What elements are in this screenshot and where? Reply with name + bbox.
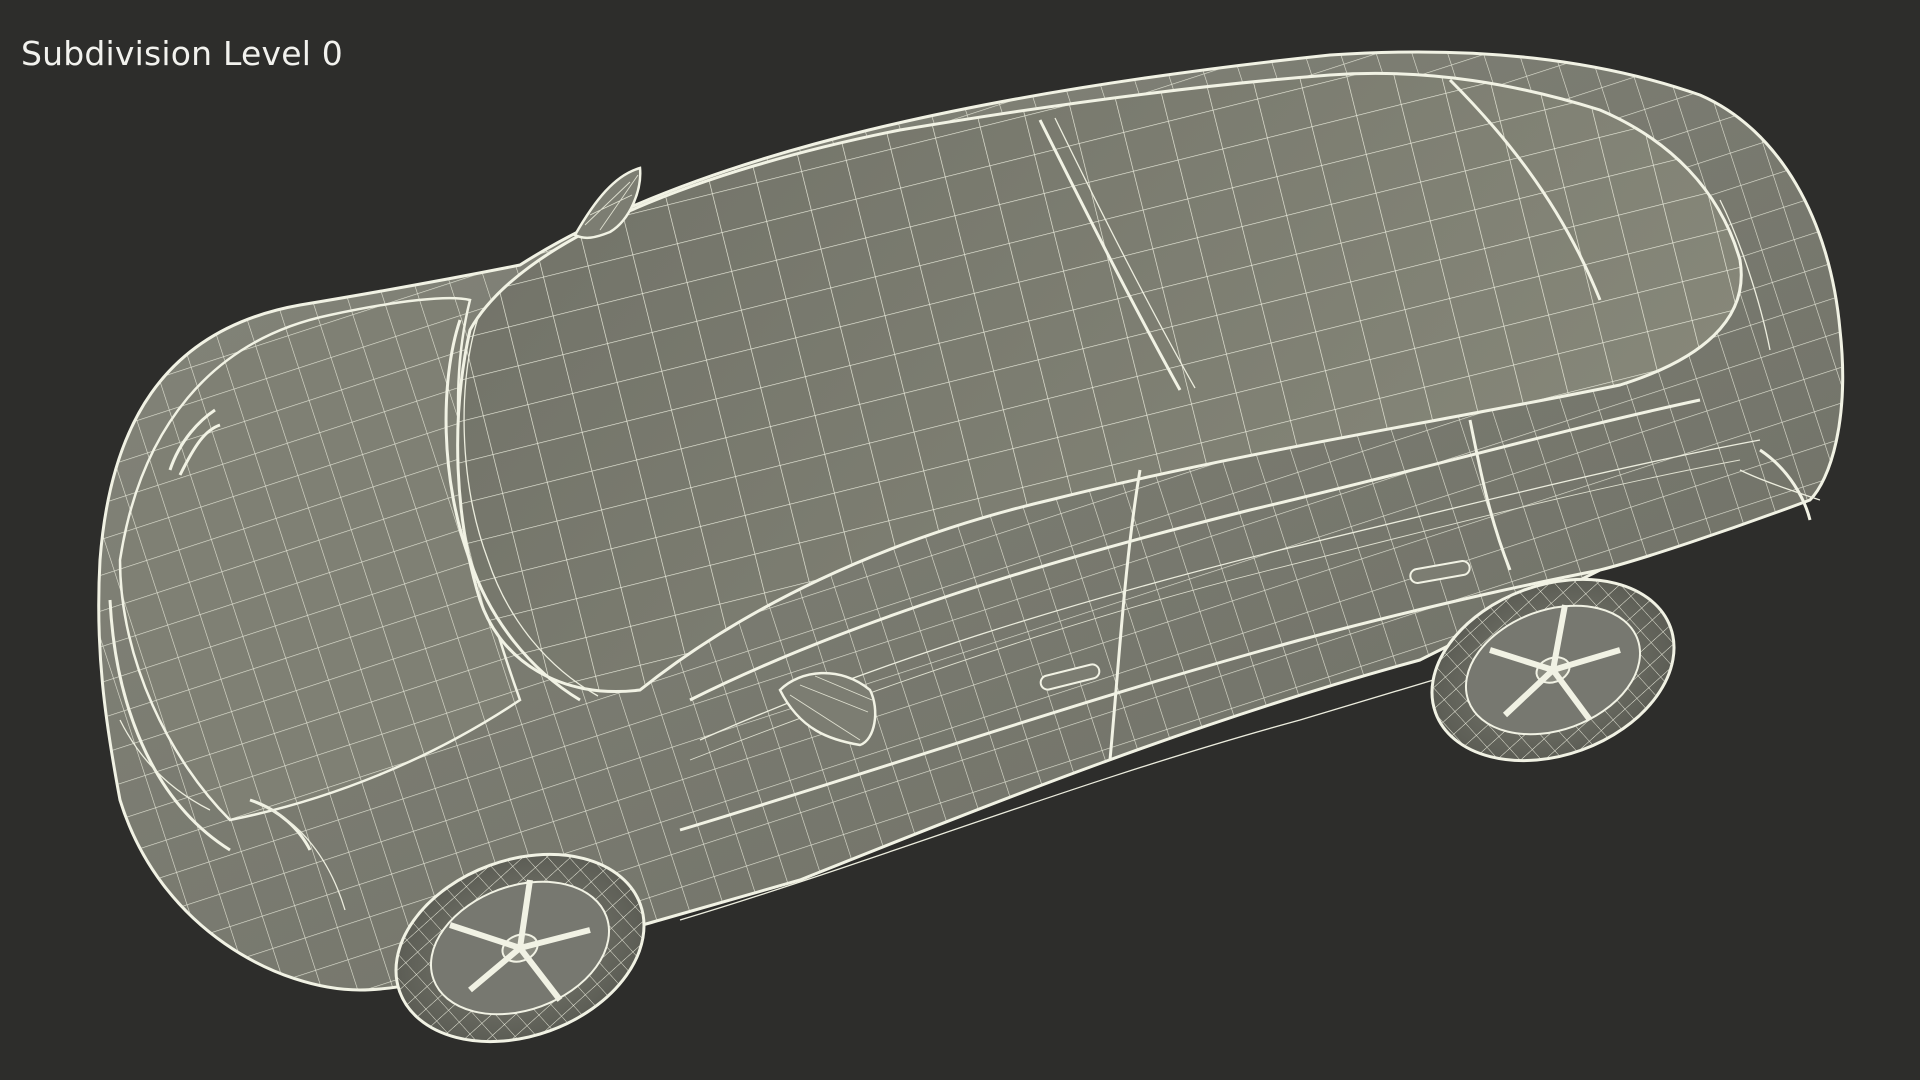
car-wireframe-model[interactable] <box>0 0 1920 1080</box>
3d-viewport[interactable]: Subdivision Level 0 <box>0 0 1920 1080</box>
subdivision-level-label: Subdivision Level 0 <box>21 34 343 73</box>
